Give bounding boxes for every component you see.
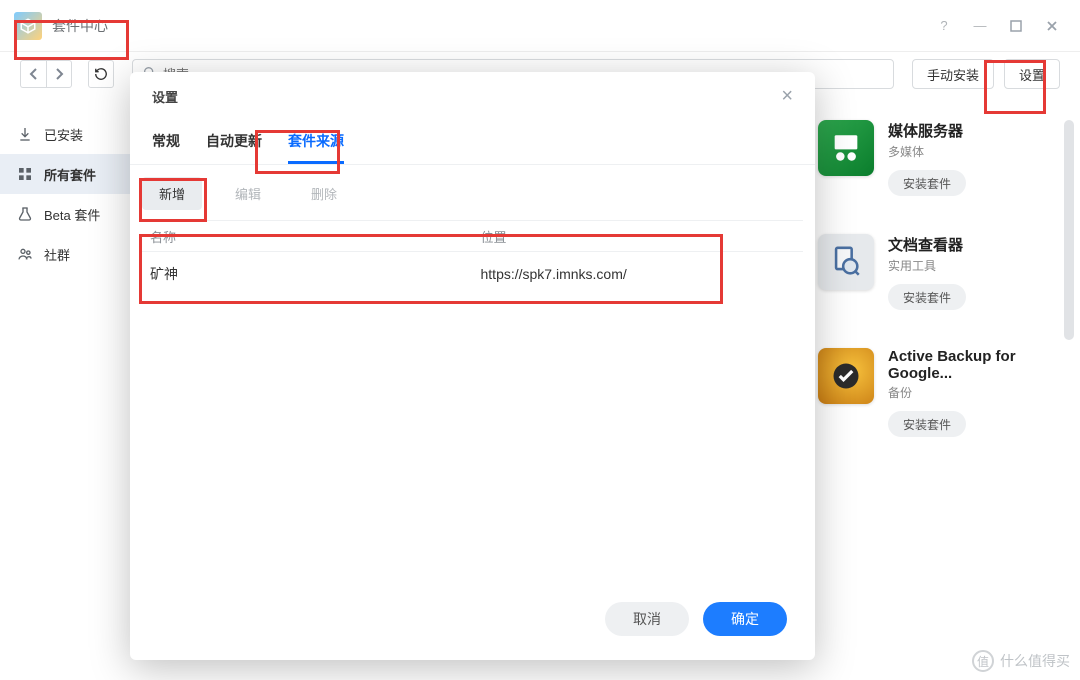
- sidebar: 已安装 所有套件 Beta 套件 社群: [0, 96, 140, 680]
- app-category: 备份: [888, 384, 1052, 401]
- tab-package-sources[interactable]: 套件来源: [288, 120, 344, 164]
- app-name: 文档查看器: [888, 234, 966, 255]
- install-button[interactable]: 安装套件: [888, 170, 966, 196]
- dialog-footer: 取消 确定: [130, 584, 815, 660]
- ok-button[interactable]: 确定: [703, 602, 787, 636]
- table-header: 名称 位置: [142, 220, 803, 252]
- app-card-active-backup[interactable]: Active Backup for Google... 备份 安装套件: [818, 348, 1052, 437]
- dialog-header: 设置 ×: [130, 72, 815, 120]
- settings-dialog: 设置 × 常规 自动更新 套件来源 新增 编辑 删除 名称 位置 矿神 http…: [130, 72, 815, 660]
- source-name-cell: 矿神: [142, 264, 473, 284]
- maximize-button[interactable]: [1002, 12, 1030, 40]
- scrollbar-thumb[interactable]: [1064, 120, 1074, 340]
- dialog-close-button[interactable]: ×: [781, 85, 793, 108]
- sidebar-item-community[interactable]: 社群: [0, 234, 140, 274]
- app-icon-backup: [818, 348, 874, 404]
- right-column: 媒体服务器 多媒体 安装套件 文档查看器 实用工具 安装套件: [810, 96, 1080, 680]
- app-icon: [14, 12, 42, 40]
- app-card-media-server[interactable]: 媒体服务器 多媒体 安装套件: [818, 120, 1052, 196]
- delete-source-button[interactable]: 删除: [294, 177, 354, 210]
- watermark-text: 什么值得买: [1000, 651, 1070, 671]
- reload-button[interactable]: [88, 60, 114, 88]
- tab-autoupdate[interactable]: 自动更新: [206, 120, 262, 164]
- watermark-logo-icon: 值: [972, 650, 994, 672]
- nav-group: [20, 60, 72, 88]
- download-icon: [16, 126, 34, 142]
- titlebar: 套件中心 ? —: [0, 0, 1080, 52]
- sources-table: 名称 位置 矿神 https://spk7.imnks.com/: [130, 220, 815, 296]
- sidebar-item-label: 已安装: [44, 125, 83, 144]
- sidebar-item-beta[interactable]: Beta 套件: [0, 194, 140, 234]
- source-location-cell: https://spk7.imnks.com/: [473, 266, 804, 282]
- edit-source-button[interactable]: 编辑: [218, 177, 278, 210]
- beta-icon: [16, 206, 34, 222]
- dialog-tabs: 常规 自动更新 套件来源: [130, 120, 815, 165]
- sidebar-item-label: 所有套件: [44, 165, 96, 184]
- install-button[interactable]: 安装套件: [888, 411, 966, 437]
- community-icon: [16, 246, 34, 262]
- nav-forward-button[interactable]: [46, 60, 72, 88]
- install-button[interactable]: 安装套件: [888, 284, 966, 310]
- sidebar-item-label: Beta 套件: [44, 205, 100, 224]
- app-title: 套件中心: [52, 16, 108, 36]
- add-source-button[interactable]: 新增: [142, 177, 202, 210]
- app-icon-media: [818, 120, 874, 176]
- manual-install-button[interactable]: 手动安装: [912, 59, 994, 89]
- app-icon-doc: [818, 234, 874, 290]
- col-header-location[interactable]: 位置: [473, 227, 804, 246]
- sidebar-item-installed[interactable]: 已安装: [0, 114, 140, 154]
- app-category: 多媒体: [888, 143, 966, 160]
- grid-icon: [16, 166, 34, 182]
- sidebar-item-label: 社群: [44, 245, 70, 264]
- table-row[interactable]: 矿神 https://spk7.imnks.com/: [142, 252, 803, 296]
- app-card-doc-viewer[interactable]: 文档查看器 实用工具 安装套件: [818, 234, 1052, 310]
- package-center-window: 套件中心 ? — 手动安装 设置: [0, 0, 1080, 680]
- app-name: 媒体服务器: [888, 120, 966, 141]
- settings-button[interactable]: 设置: [1004, 59, 1060, 89]
- tab-general[interactable]: 常规: [152, 120, 180, 164]
- nav-back-button[interactable]: [20, 60, 46, 88]
- sidebar-item-all-packages[interactable]: 所有套件: [0, 154, 140, 194]
- dialog-toolbar: 新增 编辑 删除: [130, 165, 815, 220]
- app-category: 实用工具: [888, 257, 966, 274]
- help-button[interactable]: ?: [930, 12, 958, 40]
- cancel-button[interactable]: 取消: [605, 602, 689, 636]
- dialog-title: 设置: [152, 87, 178, 106]
- app-name: Active Backup for Google...: [888, 348, 1052, 382]
- col-header-name[interactable]: 名称: [142, 227, 473, 246]
- watermark: 值 什么值得买: [972, 650, 1070, 672]
- close-button[interactable]: [1038, 12, 1066, 40]
- minimize-button[interactable]: —: [966, 12, 994, 40]
